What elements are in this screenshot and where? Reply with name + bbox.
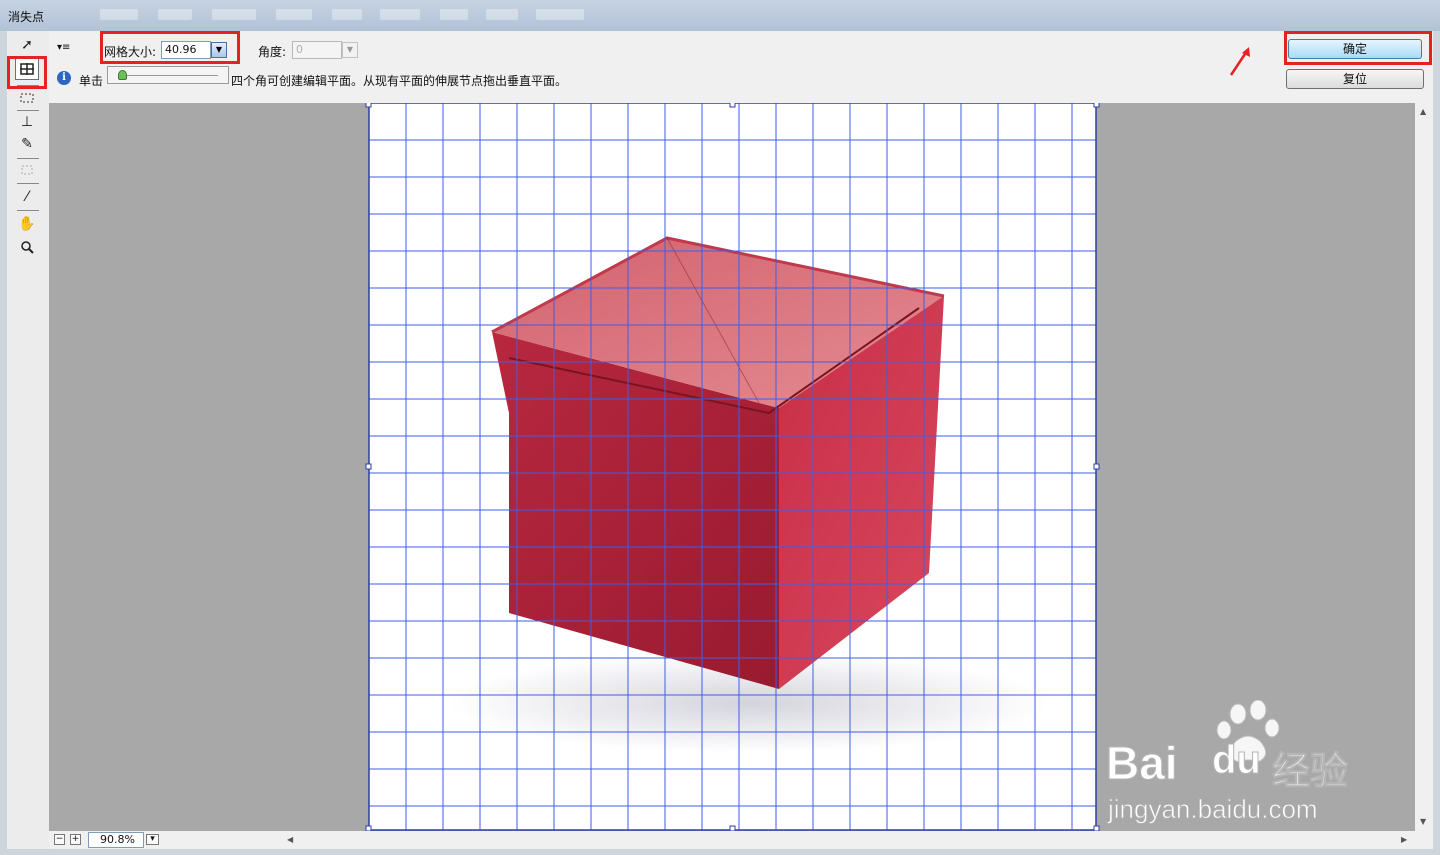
title-decoration — [380, 9, 420, 20]
highlight-box — [100, 31, 240, 64]
angle-input[interactable]: 0 — [292, 41, 342, 59]
vertical-scrollbar[interactable]: ▲ ▼ — [1415, 103, 1433, 831]
title-bar: 消失点 — [0, 0, 1440, 31]
watermark-du-icon: du — [1212, 738, 1262, 783]
menu-lines-icon: ▾≡ — [57, 42, 71, 53]
highlight-box — [7, 56, 47, 89]
zoom-bar: − + 90.8% ▾ — [49, 831, 283, 849]
watermark-brand-cn: 经验 — [1271, 749, 1349, 794]
marquee-icon — [20, 93, 34, 103]
scroll-down-icon[interactable]: ▼ — [1420, 817, 1426, 826]
zoom-dropdown[interactable]: ▾ — [146, 834, 159, 845]
watermark-url: jingyan.baidu.com — [1108, 794, 1318, 825]
tool-separator — [17, 210, 39, 211]
title-decoration — [486, 9, 518, 20]
horizontal-scrollbar[interactable]: ◀ ▶ — [283, 831, 1415, 849]
zoom-tool[interactable] — [15, 236, 39, 258]
chevron-down-icon: ▼ — [346, 45, 354, 54]
title-decoration — [276, 9, 312, 20]
eyedropper-tool[interactable]: ⁄ — [15, 186, 39, 208]
brush-tool[interactable]: ✎ — [15, 133, 39, 155]
title-decoration — [440, 9, 468, 20]
baidu-watermark: Bai du 经验 jingyan.baidu.com — [1100, 699, 1370, 830]
marquee-tool[interactable] — [15, 87, 39, 109]
title-decoration — [100, 9, 138, 20]
stamp-tool[interactable]: ⊥ — [15, 111, 39, 133]
reset-button[interactable]: 复位 — [1286, 69, 1424, 89]
eyedropper-icon: ⁄ — [25, 189, 29, 205]
angle-dropdown[interactable]: ▼ — [342, 42, 358, 58]
transform-tool[interactable] — [15, 159, 39, 181]
edit-plane-tool[interactable]: ➚ — [15, 34, 39, 56]
title-decoration — [158, 9, 192, 20]
highlight-box — [1284, 31, 1432, 65]
info-icon: i — [57, 71, 71, 85]
slider-thumb[interactable] — [118, 70, 127, 80]
scroll-up-icon[interactable]: ▲ — [1420, 107, 1426, 116]
hand-icon: ✋ — [18, 216, 36, 232]
watermark-brand: Bai — [1106, 737, 1179, 790]
plus-icon: + — [71, 834, 80, 844]
slider-track[interactable] — [118, 75, 218, 76]
grid-size-slider-popup — [107, 66, 229, 84]
angle-label: 角度: — [258, 45, 287, 59]
title-decoration — [332, 9, 362, 20]
info-prefix: 单击 — [79, 74, 104, 88]
zoom-in-button[interactable]: + — [70, 834, 81, 845]
panel-menu-button[interactable]: ▾≡ — [57, 42, 70, 53]
zoom-out-button[interactable]: − — [54, 834, 65, 845]
zoom-level-field[interactable]: 90.8% — [88, 832, 144, 848]
info-bar: i 单击 四个角可创建编辑平面。从现有平面的伸展节点拖出垂直平面。 — [51, 69, 1271, 89]
window-title: 消失点 — [8, 10, 45, 24]
tool-panel: ➚ ⊥ ✎ ⁄ ✋ — [7, 31, 49, 849]
stamp-icon: ⊥ — [20, 114, 34, 130]
scroll-left-icon[interactable]: ◀ — [287, 835, 293, 844]
brush-icon: ✎ — [21, 136, 33, 152]
chevron-down-icon: ▾ — [150, 834, 155, 844]
title-decoration — [536, 9, 584, 20]
transform-icon — [21, 165, 33, 175]
minus-icon: − — [55, 834, 64, 844]
arrow-cursor-icon: ➚ — [21, 37, 33, 53]
info-text: 四个角可创建编辑平面。从现有平面的伸展节点拖出垂直平面。 — [231, 74, 568, 88]
tool-separator — [17, 183, 39, 184]
magnifier-icon — [21, 241, 34, 254]
hand-tool[interactable]: ✋ — [15, 213, 39, 235]
scroll-right-icon[interactable]: ▶ — [1401, 835, 1407, 844]
title-decoration — [212, 9, 256, 20]
